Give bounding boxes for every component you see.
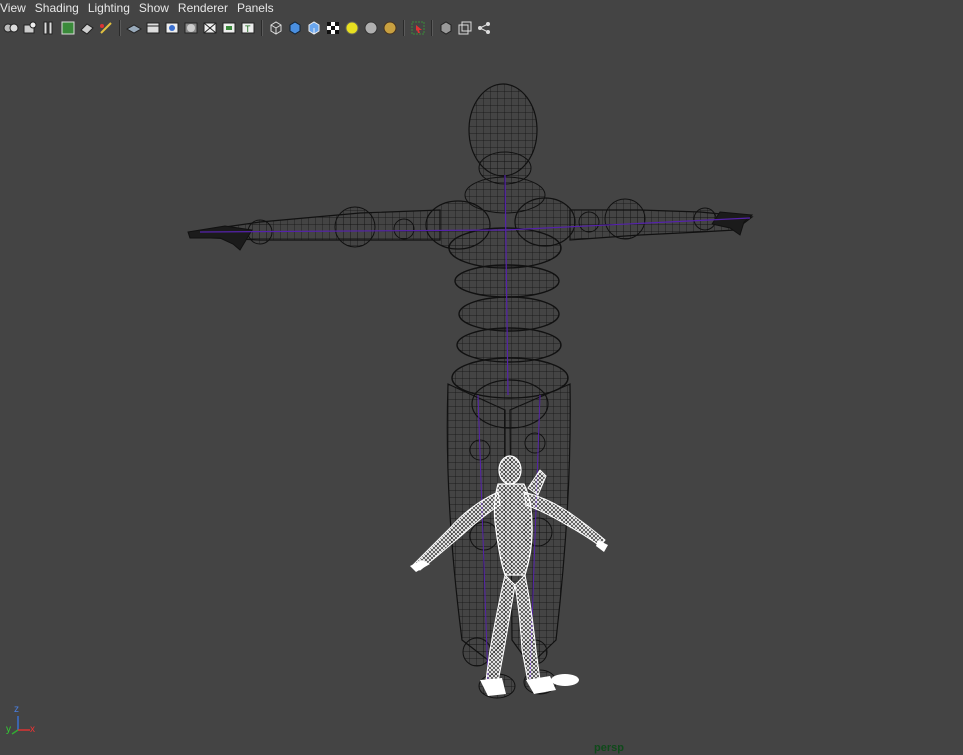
axis-label-z: z <box>14 704 19 715</box>
menu-panels[interactable]: Panels <box>237 0 279 16</box>
isolate-select-icon[interactable] <box>409 19 427 37</box>
bookmarks-icon[interactable] <box>40 19 58 37</box>
perspective-viewport[interactable] <box>0 40 963 755</box>
panel-menu-bar: View Shading Lighting Show Renderer Pane… <box>0 0 963 16</box>
smooth-shade-icon[interactable] <box>286 19 304 37</box>
wireframe-on-shaded-icon[interactable] <box>305 19 323 37</box>
grid-icon[interactable] <box>125 19 143 37</box>
toolbar-separator <box>261 20 263 36</box>
toolbar-separator <box>403 20 405 36</box>
menu-shading[interactable]: Shading <box>35 0 84 16</box>
two-d-pan-zoom-icon[interactable] <box>78 19 96 37</box>
camera-attributes-icon[interactable] <box>21 19 39 37</box>
toolbar-separator <box>431 20 433 36</box>
resolution-gate-icon[interactable] <box>163 19 181 37</box>
select-camera-icon[interactable] <box>2 19 20 37</box>
gate-mask-icon[interactable] <box>182 19 200 37</box>
xray-active-components-icon[interactable] <box>456 19 474 37</box>
grease-pencil-icon[interactable] <box>97 19 115 37</box>
image-plane-icon[interactable] <box>59 19 77 37</box>
camera-name-label: persp <box>594 742 624 754</box>
use-all-lights-icon[interactable] <box>343 19 361 37</box>
field-chart-icon[interactable] <box>201 19 219 37</box>
axis-label-y: y <box>6 724 11 735</box>
safe-action-icon[interactable] <box>220 19 238 37</box>
view-axis-indicator: z y x <box>6 704 42 742</box>
menu-lighting[interactable]: Lighting <box>88 0 135 16</box>
shadows-icon[interactable] <box>362 19 380 37</box>
wireframe-icon[interactable] <box>267 19 285 37</box>
menu-renderer[interactable]: Renderer <box>178 0 233 16</box>
scene-canvas <box>187 83 754 699</box>
proxy-rig-mesh <box>187 83 754 699</box>
panel-toolbar: T <box>2 18 493 38</box>
xray-joints-icon[interactable] <box>475 19 493 37</box>
screen-space-ao-icon[interactable] <box>381 19 399 37</box>
xray-icon[interactable] <box>437 19 455 37</box>
character-wireframe-selected <box>410 455 608 696</box>
film-gate-icon[interactable] <box>144 19 162 37</box>
safe-title-icon[interactable]: T <box>239 19 257 37</box>
textured-icon[interactable] <box>324 19 342 37</box>
axis-label-x: x <box>30 724 35 735</box>
menu-view[interactable]: View <box>0 0 31 16</box>
svg-text:T: T <box>245 24 251 34</box>
toolbar-separator <box>119 20 121 36</box>
menu-show[interactable]: Show <box>139 0 174 16</box>
